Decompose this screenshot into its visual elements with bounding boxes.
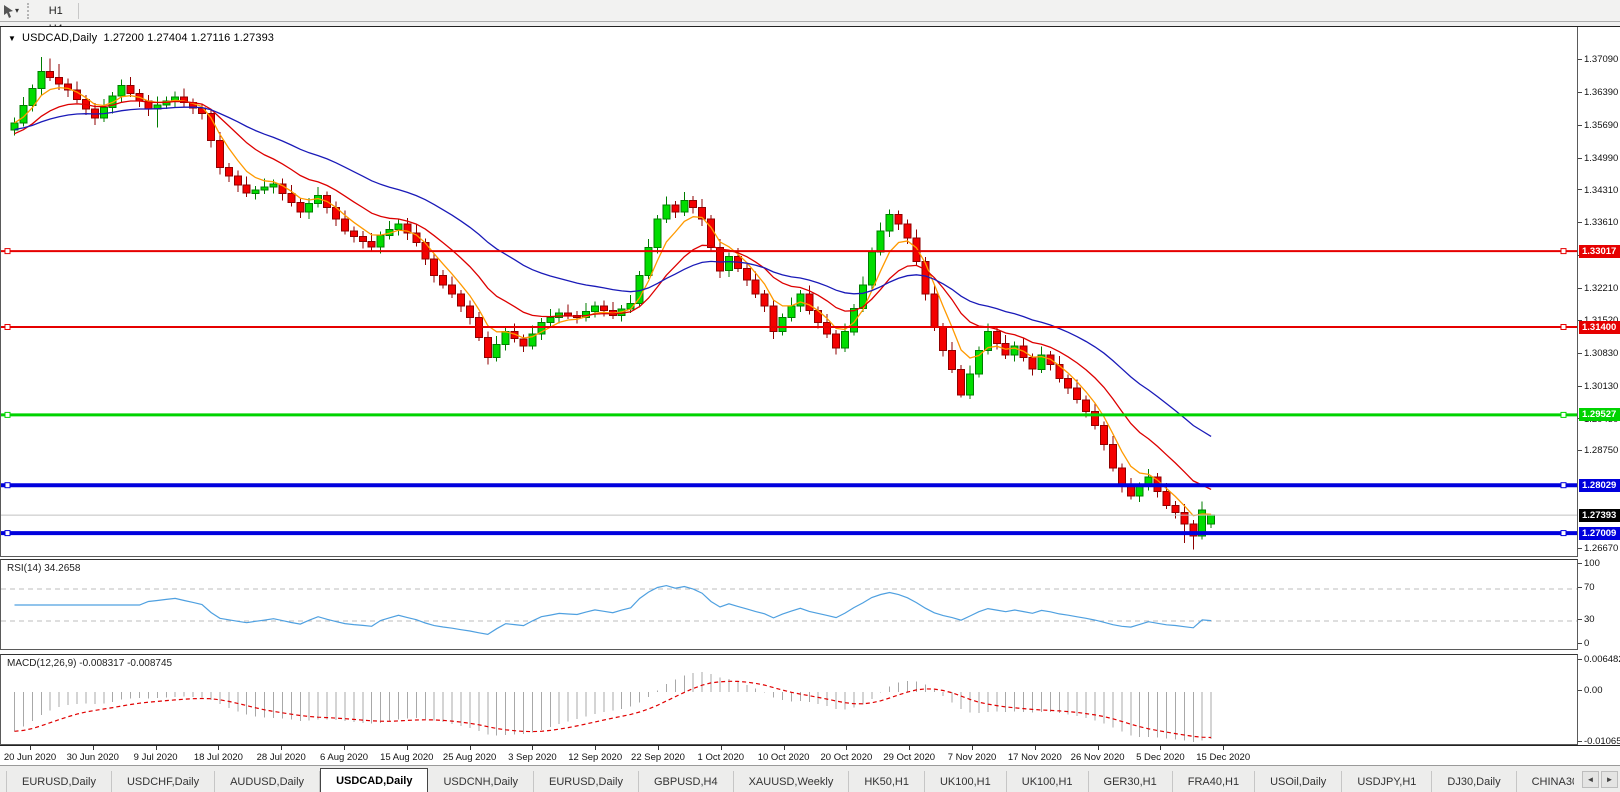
rsi-plot[interactable] xyxy=(1,560,1577,649)
rsi-indicator-pane[interactable]: RSI(14) 34.2658 xyxy=(0,559,1578,650)
cursor-tool-caret-icon[interactable]: ▾ xyxy=(15,6,19,15)
chart-tab-USDCAD-Daily[interactable]: USDCAD,Daily xyxy=(320,768,429,792)
chart-tab-HK50-H1[interactable]: HK50,H1 xyxy=(849,771,925,792)
toolbar-grip[interactable] xyxy=(27,2,32,19)
date-tick xyxy=(344,746,345,750)
macd-histogram xyxy=(14,671,1212,742)
date-axis[interactable]: 20 Jun 2020 30 Jun 2020 9 Jul 2020 18 Jul 2… xyxy=(0,745,1620,766)
level-price-badge: 1.31400 xyxy=(1579,320,1620,334)
level-line-1.28029[interactable] xyxy=(1,482,1577,489)
cursor-tool-icon[interactable] xyxy=(1,3,14,19)
date-tick xyxy=(1223,746,1225,750)
chart-tab-GBPUSD-H4[interactable]: GBPUSD,H4 xyxy=(639,771,734,792)
chart-tab-USDJPY-H1[interactable]: USDJPY,H1 xyxy=(1342,771,1433,792)
chart-tab-USDCNH-Daily[interactable]: USDCNH,Daily xyxy=(428,771,535,792)
chart-tab-USDCHF-Daily[interactable]: USDCHF,Daily xyxy=(112,771,216,792)
price-axis-label: 1.33610 xyxy=(1578,217,1620,229)
level-price-badge: 1.29527 xyxy=(1579,408,1620,422)
date-tick xyxy=(92,746,94,750)
price-axis-label: 1.37090 xyxy=(1578,54,1620,66)
date-tick xyxy=(532,746,534,750)
date-tick xyxy=(30,746,31,750)
macd-indicator-pane[interactable]: MACD(12,26,9) -0.008317 -0.008745 xyxy=(0,654,1578,745)
date-tick xyxy=(720,746,722,750)
price-axis-label: 1.30830 xyxy=(1578,348,1620,360)
date-axis-line xyxy=(0,745,1620,746)
chart-tab-XAUUSD-Weekly[interactable]: XAUUSD,Weekly xyxy=(734,771,850,792)
macd-plot[interactable] xyxy=(1,655,1577,744)
timeframe-button-H1[interactable]: H1 xyxy=(39,2,72,20)
chart-tab-UK100-H1[interactable]: UK100,H1 xyxy=(925,771,1007,792)
date-tick xyxy=(1097,746,1099,750)
ma-slow-line[interactable] xyxy=(14,106,1212,437)
price-axis-label: 1.34990 xyxy=(1578,153,1620,165)
date-tick xyxy=(281,746,283,750)
rsi-axis-label: 70 xyxy=(1578,582,1620,594)
date-tick xyxy=(218,746,220,750)
date-tick xyxy=(972,746,973,750)
date-tick xyxy=(1160,746,1162,750)
trading-platform-window: ▾ M1M5M15M30H1H4D1W1MN ▼ USDCAD,Daily 1.2… xyxy=(0,0,1620,792)
chart-tab-UK100-H1[interactable]: UK100,H1 xyxy=(1007,771,1089,792)
rsi-axis-label: 100 xyxy=(1578,558,1620,570)
chart-tabs-bar: EURUSD,Daily USDCHF,Daily AUDUSD,Daily USDC… xyxy=(0,765,1620,792)
ma-medium-line[interactable] xyxy=(14,100,1212,490)
date-tick xyxy=(658,746,659,750)
rsi-axis-label: 30 xyxy=(1578,614,1620,626)
tab-scroll-buttons: ◄ ► xyxy=(1582,771,1618,788)
price-axis-label: 1.32210 xyxy=(1578,283,1620,295)
level-line-1.29527[interactable] xyxy=(1,411,1577,418)
tab-scroll-right-icon[interactable]: ► xyxy=(1601,771,1618,788)
level-line-1.31400[interactable] xyxy=(1,324,1577,330)
toolbar-separator xyxy=(78,2,80,19)
level-line-1.33017[interactable] xyxy=(1,248,1577,255)
chart-tab-AUDUSD-Daily[interactable]: AUDUSD,Daily xyxy=(215,771,321,792)
chart-ohlc-values: 1.27200 1.27404 1.27116 1.27393 xyxy=(103,32,275,44)
price-axis-label: 1.34310 xyxy=(1578,185,1620,197)
chart-tab-FRA40-H1[interactable]: FRA40,H1 xyxy=(1173,771,1256,792)
price-axis-label: 1.36390 xyxy=(1578,87,1620,99)
date-tick xyxy=(909,746,911,750)
date-axis-label: 15 Dec 2020 xyxy=(1196,752,1251,763)
chart-window: ▼ USDCAD,Daily 1.27200 1.27404 1.27116 1.… xyxy=(0,26,1620,765)
date-tick xyxy=(469,746,471,750)
price-axis-label: 1.35690 xyxy=(1578,120,1620,132)
level-line-1.27009[interactable] xyxy=(1,530,1577,537)
date-tick xyxy=(595,746,597,750)
rsi-axis-label: 0 xyxy=(1578,638,1620,650)
chart-symbol-period: USDCAD,Daily xyxy=(22,32,98,44)
chart-tab-USOil-Daily[interactable]: USOil,Daily xyxy=(1255,771,1343,792)
price-axis-label: 1.30130 xyxy=(1578,381,1620,393)
date-tick xyxy=(846,746,848,750)
chart-tab-CHINA300-H1[interactable]: CHINA300,H1 xyxy=(1517,771,1574,792)
chart-tab-GER30-H1[interactable]: GER30,H1 xyxy=(1089,771,1173,792)
timeframe-toolbar: ▾ M1M5M15M30H1H4D1W1MN xyxy=(0,0,1620,89)
rsi-line xyxy=(14,584,1212,636)
rsi-label: RSI(14) 34.2658 xyxy=(7,563,81,574)
chart-title: ▼ USDCAD,Daily 1.27200 1.27404 1.27116 1.… xyxy=(8,32,274,44)
chart-tab-EURUSD-Daily[interactable]: EURUSD,Daily xyxy=(534,771,639,792)
macd-axis-label: 0.006482 xyxy=(1578,654,1620,666)
level-price-badge: 1.28029 xyxy=(1579,478,1620,492)
level-price-badge: 1.27009 xyxy=(1579,526,1620,540)
chart-tab-DJ30-Daily[interactable]: DJ30,Daily xyxy=(1432,771,1517,792)
level-price-badge: 1.33017 xyxy=(1579,244,1620,258)
candlestick-chart[interactable] xyxy=(1,27,1577,555)
macd-axis-label: 0.00 xyxy=(1578,685,1620,697)
price-axis-label: 1.28750 xyxy=(1578,445,1620,457)
date-tick xyxy=(406,746,408,750)
tab-scroll-left-icon[interactable]: ◄ xyxy=(1582,771,1599,788)
price-axis-label: 1.26670 xyxy=(1578,543,1620,555)
price-chart-pane[interactable]: ▼ USDCAD,Daily 1.27200 1.27404 1.27116 1.… xyxy=(0,27,1578,557)
current-price-badge: 1.27393 xyxy=(1579,508,1620,522)
chart-title-caret-icon[interactable]: ▼ xyxy=(8,34,16,43)
chart-tab-EURUSD-Daily[interactable]: EURUSD,Daily xyxy=(6,771,112,792)
date-tick xyxy=(783,746,785,750)
date-tick xyxy=(1034,746,1036,750)
date-tick xyxy=(155,746,157,750)
candles xyxy=(10,57,1216,550)
macd-label: MACD(12,26,9) -0.008317 -0.008745 xyxy=(7,658,173,669)
ma-fast-line[interactable] xyxy=(14,86,1212,517)
chart-tabs: EURUSD,Daily USDCHF,Daily AUDUSD,Daily USDC… xyxy=(0,766,1574,792)
